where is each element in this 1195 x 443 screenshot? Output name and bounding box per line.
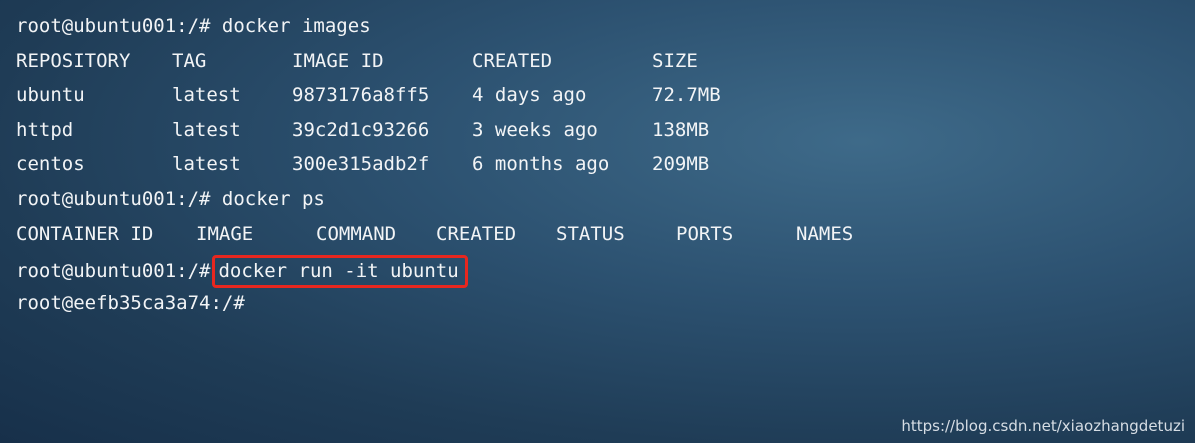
watermark-url: https://blog.csdn.net/xiaozhangdetuzi xyxy=(901,417,1185,435)
highlighted-command: docker run -it ubuntu xyxy=(212,255,468,289)
prompt: root@ubuntu001:/# xyxy=(16,15,211,37)
header-tag: TAG xyxy=(172,49,207,72)
header-image: IMAGE xyxy=(196,222,254,245)
repository-cell: ubuntu xyxy=(16,84,85,107)
header-created: CREATED xyxy=(472,49,553,72)
images-table-row: centos latest 300e315adb2f 6 months ago 209M… xyxy=(16,151,1186,186)
image-id-cell: 300e315adb2f xyxy=(292,153,430,176)
header-created: CREATED xyxy=(436,222,517,245)
header-size: SIZE xyxy=(652,49,698,72)
header-command: COMMAND xyxy=(316,222,397,245)
header-names: NAMES xyxy=(796,222,854,245)
header-ports: PORTS xyxy=(676,222,734,245)
container-prompt: root@eefb35ca3a74:/# xyxy=(16,291,245,314)
size-cell: 138MB xyxy=(652,118,710,141)
repository-cell: centos xyxy=(16,153,85,176)
images-table-row: httpd latest 39c2d1c93266 3 weeks ago 138MB xyxy=(16,117,1186,152)
ps-table-header: CONTAINER ID IMAGE COMMAND CREATED STATUS POR… xyxy=(16,221,1186,256)
tag-cell: latest xyxy=(172,84,241,107)
created-cell: 4 days ago xyxy=(472,84,587,107)
image-id-cell: 39c2d1c93266 xyxy=(292,118,430,141)
size-cell: 72.7MB xyxy=(652,84,721,107)
created-cell: 3 weeks ago xyxy=(472,118,598,141)
command-text: docker ps xyxy=(221,187,325,210)
tag-cell: latest xyxy=(172,118,241,141)
header-container-id: CONTAINER ID xyxy=(16,222,154,245)
repository-cell: httpd xyxy=(16,118,74,141)
images-table-row: ubuntu latest 9873176a8ff5 4 days ago 72.7MB xyxy=(16,82,1186,117)
size-cell: 209MB xyxy=(652,153,710,176)
prompt: root@ubuntu001:/# xyxy=(16,187,211,210)
tag-cell: latest xyxy=(172,153,241,176)
command-line-docker-ps: root@ubuntu001:/# docker ps xyxy=(16,186,1186,221)
header-image-id: IMAGE ID xyxy=(292,49,384,72)
container-prompt-line[interactable]: root@eefb35ca3a74:/# xyxy=(16,290,1186,325)
created-cell: 6 months ago xyxy=(472,153,610,176)
command-line-docker-run: root@ubuntu001:/# docker run -it ubuntu xyxy=(16,255,1186,290)
header-status: STATUS xyxy=(556,222,625,245)
command-text: docker images xyxy=(221,15,371,37)
images-table-header: REPOSITORY TAG IMAGE ID CREATED SIZE xyxy=(16,48,1186,83)
prompt: root@ubuntu001:/# xyxy=(16,260,211,283)
header-repository: REPOSITORY xyxy=(16,49,131,72)
image-id-cell: 9873176a8ff5 xyxy=(292,84,430,107)
terminal-output[interactable]: root@ubuntu001:/# docker images REPOSITO… xyxy=(16,13,1186,324)
command-line-docker-images: root@ubuntu001:/# docker images xyxy=(16,13,1186,48)
